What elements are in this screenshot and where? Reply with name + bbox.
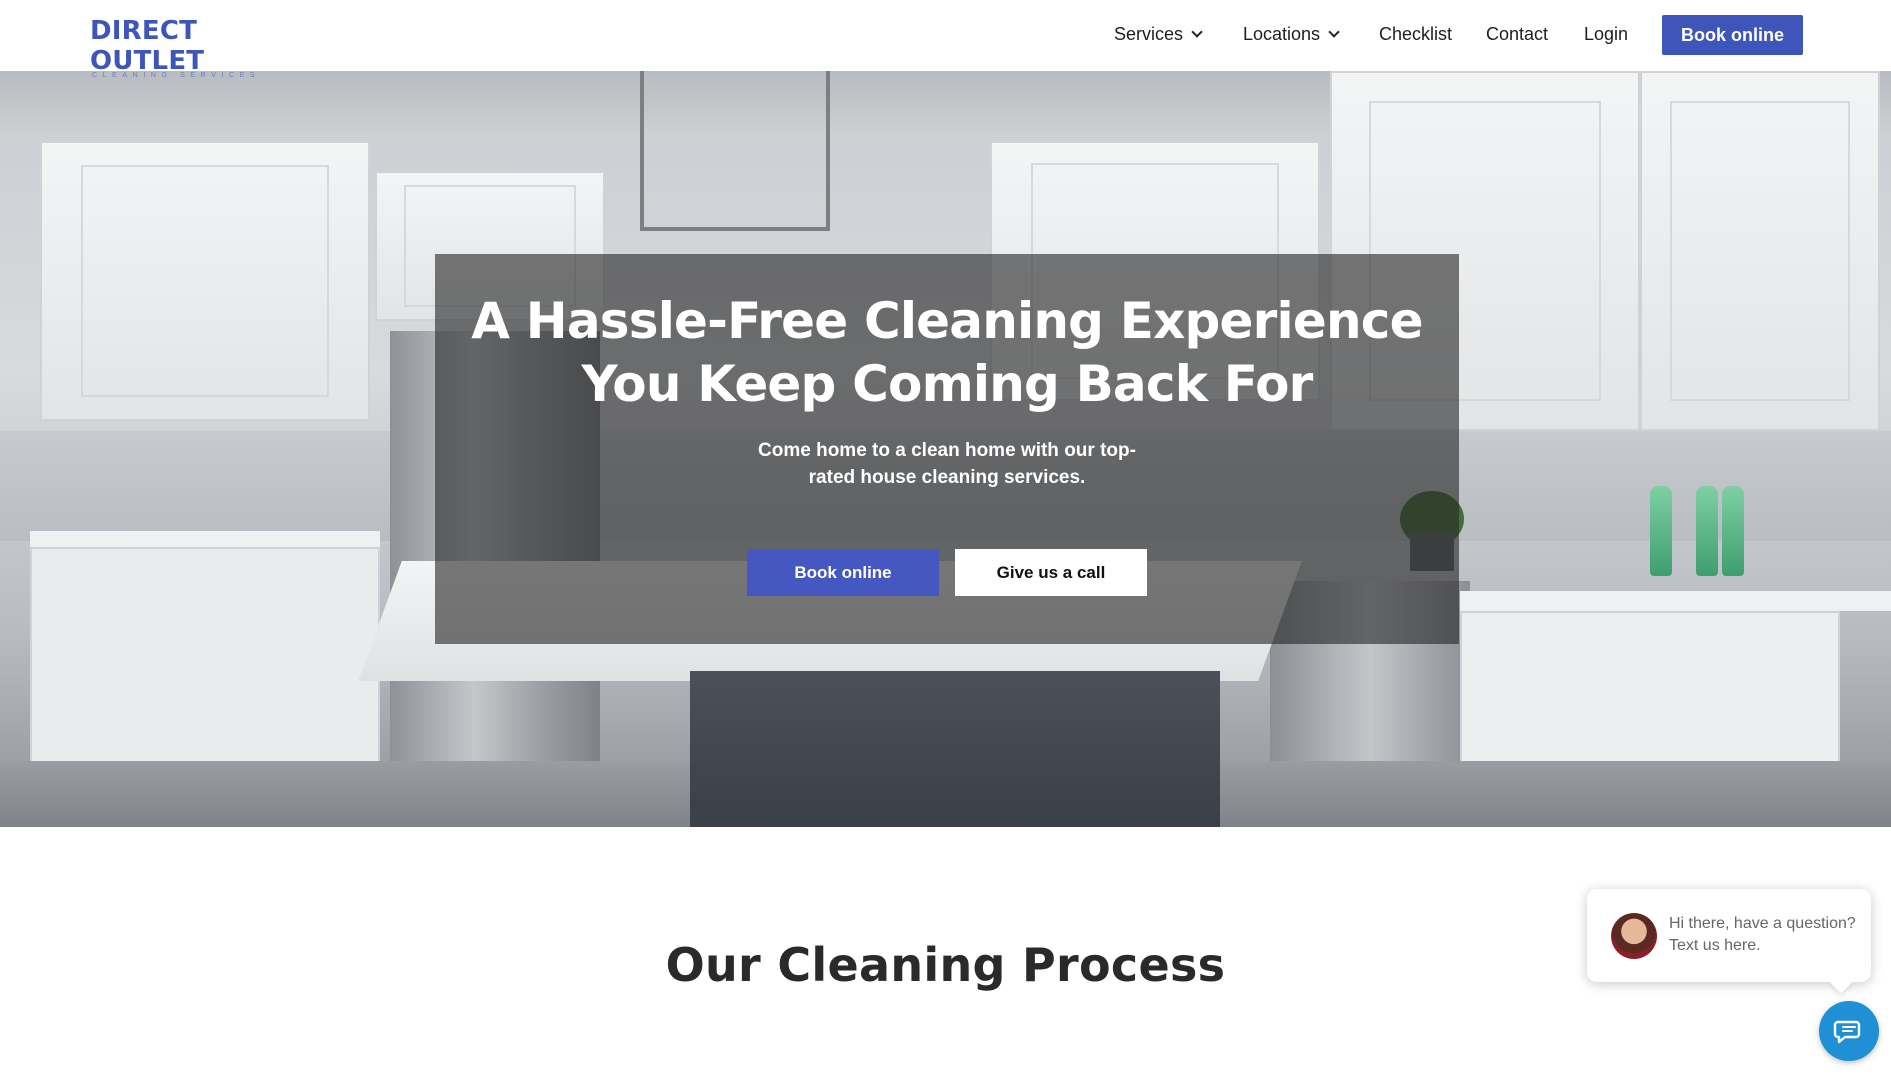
logo-tagline: CLEANING SERVICES [92, 72, 261, 79]
hero-image-counter [30, 531, 380, 547]
nav-item-checklist[interactable]: Checklist [1379, 24, 1452, 45]
site-header: DIRECT OUTLET CLEANING SERVICES Services… [0, 0, 1891, 79]
chevron-down-icon [1328, 26, 1340, 38]
hero-image-bottle [1650, 486, 1672, 576]
chevron-down-icon [1191, 26, 1203, 38]
chat-launcher-button[interactable] [1819, 1001, 1879, 1061]
chat-icon [1833, 1020, 1861, 1044]
hero-image-bottle [1722, 486, 1744, 576]
chat-prompt-text: Hi there, have a question? Text us here. [1669, 915, 1856, 954]
hero-image-island-base [690, 671, 1220, 827]
book-online-button[interactable]: Book online [747, 549, 939, 596]
nav-item-label: Checklist [1379, 24, 1453, 44]
nav-item-locations[interactable]: Locations [1243, 24, 1340, 45]
book-online-nav-button[interactable]: Book online [1662, 15, 1803, 55]
hero-image-bottle [1696, 486, 1718, 576]
nav-item-contact[interactable]: Contact [1486, 24, 1548, 45]
hero-title-line: You Keep Coming Back For [581, 355, 1313, 413]
nav-item-services[interactable]: Services [1114, 24, 1203, 45]
nav-item-login[interactable]: Login [1584, 24, 1628, 45]
chat-prompt-bubble[interactable]: Hi there, have a question? Text us here. [1587, 889, 1871, 982]
nav-item-label: Services [1114, 24, 1184, 44]
hero-image-lower-cabinet [30, 547, 380, 767]
logo-name: DIRECT OUTLET [90, 16, 205, 76]
nav-item-label: Locations [1243, 24, 1321, 44]
hero-image-cabinet [40, 141, 370, 421]
hero-image-cabinet [1640, 71, 1880, 431]
hero-image-counter [1460, 591, 1891, 611]
give-us-a-call-button[interactable]: Give us a call [955, 549, 1147, 596]
hero-title: A Hassle-Free Cleaning Experience You Ke… [435, 290, 1459, 416]
avatar [1611, 913, 1657, 959]
nav-item-label: Login [1584, 24, 1629, 44]
nav-item-label: Contact [1486, 24, 1549, 44]
hero-image-chandelier [640, 71, 830, 231]
hero-title-line: A Hassle-Free Cleaning Experience [471, 292, 1423, 350]
logo[interactable]: DIRECT OUTLET CLEANING SERVICES [90, 16, 310, 79]
hero-subtitle: Come home to a clean home with our top-r… [758, 440, 1136, 488]
